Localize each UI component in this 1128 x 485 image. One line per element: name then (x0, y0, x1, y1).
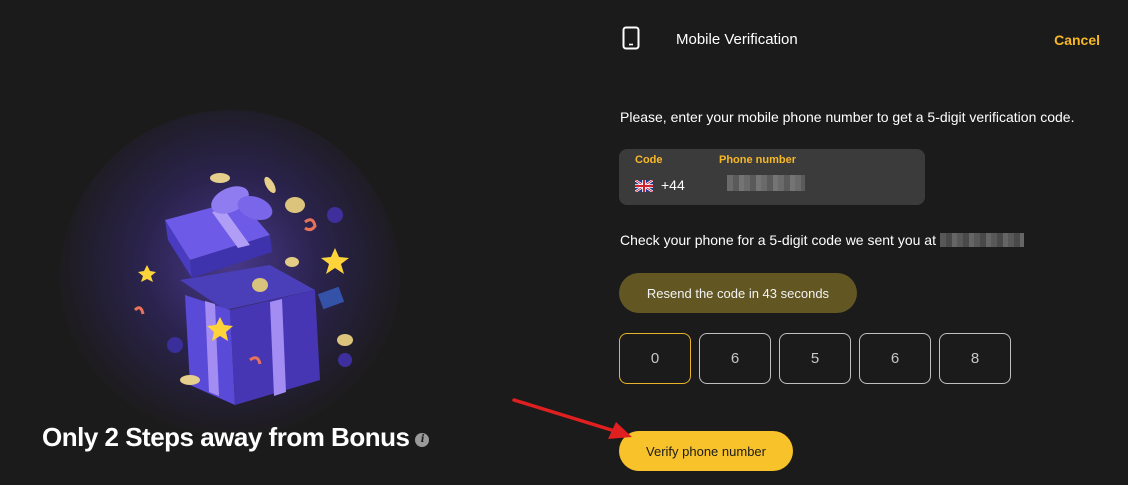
otp-digit-3[interactable] (779, 333, 851, 384)
phone-number-label: Phone number (719, 154, 797, 166)
check-phone-message: Check your phone for a 5-digit code we s… (620, 232, 936, 248)
instruction-text: Please, enter your mobile phone number t… (620, 109, 1075, 125)
cancel-button[interactable]: Cancel (1054, 32, 1100, 48)
gift-box-illustration (133, 173, 353, 405)
otp-inputs (619, 333, 1011, 384)
uk-flag-icon[interactable] (635, 180, 653, 192)
promo-title: Only 2 Steps away from Bonus i (42, 422, 430, 453)
phone-input-group[interactable]: Code Phone number +44 ••••••• (619, 149, 925, 205)
code-label: Code (635, 154, 663, 166)
otp-digit-5[interactable] (939, 333, 1011, 384)
check-phone-text: Check your phone for a 5-digit code we s… (620, 232, 1024, 248)
mobile-phone-icon (622, 26, 640, 50)
resend-code-button[interactable]: Resend the code in 43 seconds (619, 273, 857, 313)
red-arrow-annotation (512, 398, 632, 439)
masked-phone-number: ••••••• (939, 233, 1024, 247)
verification-header: Mobile Verification Cancel (620, 26, 1100, 54)
phone-number-input[interactable]: ••••••• (727, 175, 805, 191)
header-title: Mobile Verification (676, 31, 798, 48)
info-icon[interactable]: i (415, 432, 430, 447)
otp-digit-1[interactable] (619, 333, 691, 384)
country-code-select[interactable]: +44 (661, 177, 685, 193)
promo-title-text: Only 2 Steps away from Bonus (42, 422, 410, 452)
otp-digit-2[interactable] (699, 333, 771, 384)
otp-digit-4[interactable] (859, 333, 931, 384)
verify-phone-button[interactable]: Verify phone number (619, 431, 793, 471)
